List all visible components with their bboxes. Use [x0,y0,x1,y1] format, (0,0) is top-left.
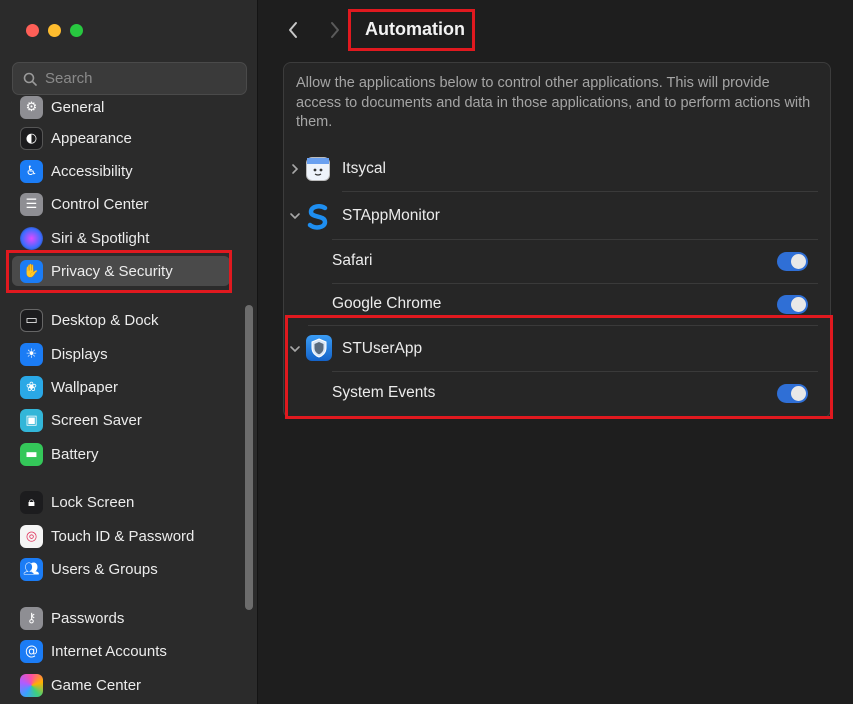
sidebar-item-label: General [51,98,105,116]
sidebar-item-general[interactable]: ⚙ General [12,92,230,122]
close-window-button[interactable] [26,24,39,37]
app-row-itsycal[interactable]: Itsycal [284,153,832,185]
chevron-left-icon [289,22,297,38]
search-input[interactable] [45,70,225,87]
sidebar-item-touch-id-password[interactable]: ◎ Touch ID & Password [12,521,230,551]
sidebar-item-label: Internet Accounts [51,642,167,660]
sidebar-item-label: Touch ID & Password [51,527,195,545]
at-icon: @ [20,639,43,663]
target-name: Google Chrome [332,295,442,312]
sidebar-item-wallpaper[interactable]: ❀ Wallpaper [12,372,230,402]
safari-toggle[interactable] [777,252,808,271]
minimize-window-button[interactable] [48,24,61,37]
separator [342,191,818,192]
search-icon [23,72,37,86]
separator [332,371,818,372]
system-events-toggle[interactable] [777,384,808,403]
zoom-window-button[interactable] [70,24,83,37]
google-chrome-toggle[interactable] [777,295,808,314]
back-button[interactable] [283,18,303,42]
sidebar-item-accessibility[interactable]: ♿ Accessibility [12,156,230,186]
app-row-stuserapp[interactable]: STUserApp [284,333,832,365]
users-icon: 👥︎ [20,557,43,581]
separator [308,325,818,326]
battery-icon: ▬ [20,442,43,466]
control-center-icon: ☰ [20,192,43,216]
forward-button[interactable] [325,18,345,42]
chevron-right-icon [331,22,339,38]
itsycal-icon [306,157,330,181]
sidebar-item-passwords[interactable]: ⚷ Passwords [12,603,230,633]
sidebar-item-screen-saver[interactable]: ▣ Screen Saver [12,405,230,435]
shield-icon [306,335,332,361]
appearance-icon: ◐ [20,126,43,150]
app-name: STUserApp [342,340,423,357]
target-row-safari: Safari [284,245,832,277]
stappmonitor-icon [306,204,330,230]
siri-icon [20,226,43,250]
chevron-right-icon[interactable] [288,162,302,176]
chevron-down-icon[interactable] [288,209,302,223]
sidebar-scrollbar[interactable] [245,305,253,610]
sidebar-item-internet-accounts[interactable]: @ Internet Accounts [12,636,230,666]
search-field[interactable] [12,62,247,95]
sidebar-item-label: Wallpaper [51,378,118,396]
sidebar-item-label: Appearance [51,129,132,147]
hand-icon: ✋ [20,259,43,283]
sidebar-item-label: Desktop & Dock [51,311,159,329]
window-controls [26,24,83,37]
sidebar-item-label: Accessibility [51,162,133,180]
sidebar-item-label: Siri & Spotlight [51,229,150,247]
flower-icon: ❀ [20,375,43,399]
sidebar-item-privacy-security[interactable]: ✋ Privacy & Security [12,256,230,286]
sidebar-item-battery[interactable]: ▬ Battery [12,439,230,469]
sidebar-item-label: Displays [51,345,108,363]
separator [332,239,818,240]
sidebar-item-control-center[interactable]: ☰ Control Center [12,189,230,219]
accessibility-icon: ♿ [20,159,43,183]
sidebar-item-label: Privacy & Security [51,262,173,280]
toggle-knob [791,297,806,312]
automation-panel: Allow the applications below to control … [283,62,831,418]
app-name: Itsycal [342,160,386,177]
app-name: STAppMonitor [342,207,440,224]
sidebar-item-users-groups[interactable]: 👥︎ Users & Groups [12,554,230,584]
key-icon: ⚷ [20,606,43,630]
desktop-dock-icon: ▭ [20,308,43,332]
sidebar-item-label: Lock Screen [51,493,135,511]
sidebar-item-desktop-dock[interactable]: ▭ Desktop & Dock [12,305,230,335]
sun-icon: ☀ [20,342,43,366]
screen-saver-icon: ▣ [20,408,43,432]
main-content: Automation Allow the applications below … [259,0,853,704]
toggle-knob [791,386,806,401]
lock-icon: 🔒︎ [20,490,43,514]
separator [332,283,818,284]
sidebar-item-game-center[interactable]: Game Center [12,670,230,700]
panel-description: Allow the applications below to control … [296,75,811,130]
sidebar-item-displays[interactable]: ☀ Displays [12,339,230,369]
game-center-icon [20,673,43,697]
app-row-stappmonitor[interactable]: STAppMonitor [284,200,832,232]
sidebar-item-lock-screen[interactable]: 🔒︎ Lock Screen [12,487,230,517]
sidebar-item-label: Screen Saver [51,411,142,429]
sidebar-item-label: Battery [51,445,99,463]
fingerprint-icon: ◎ [20,524,43,548]
sidebar-item-appearance[interactable]: ◐ Appearance [12,123,230,153]
chevron-down-icon[interactable] [288,342,302,356]
target-name: Safari [332,252,373,269]
toolbar: Automation [259,0,853,58]
toggle-knob [791,254,806,269]
sidebar-item-label: Passwords [51,609,125,627]
target-row-system-events: System Events [284,377,832,409]
sidebar-item-siri-spotlight[interactable]: Siri & Spotlight [12,223,230,253]
sidebar-item-label: Game Center [51,676,142,694]
gear-icon: ⚙ [20,95,43,119]
target-row-google-chrome: Google Chrome [284,288,832,320]
sidebar-item-label: Users & Groups [51,560,158,578]
target-name: System Events [332,384,436,401]
sidebar: ⚙ General ◐ Appearance ♿ Accessibility ☰… [0,0,258,704]
page-title: Automation [365,19,465,39]
sidebar-item-label: Control Center [51,195,149,213]
